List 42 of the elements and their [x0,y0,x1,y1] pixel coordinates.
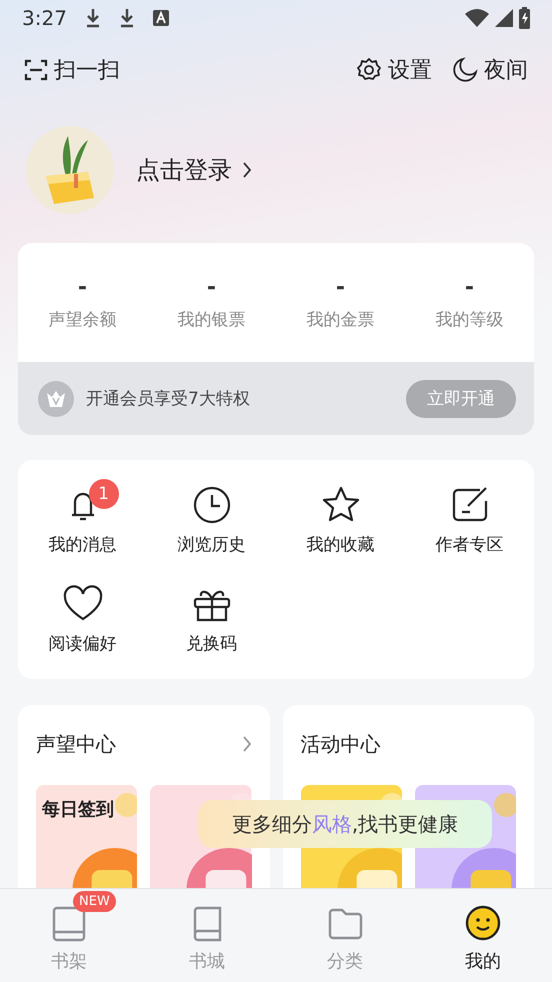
status-time: 3:27 [22,6,67,30]
nav-tab[interactable]: 我的 [414,889,552,982]
settings-icon [356,57,382,83]
chevron-icon [242,161,252,179]
settings-button[interactable]: 设置 [356,55,432,85]
smiley-icon [465,905,501,943]
shortcut-item[interactable]: 1 我的消息 [18,477,147,556]
stat-value: - [78,274,88,300]
wifi-icon [465,8,489,26]
moon-icon [452,57,478,83]
shortcut-item[interactable]: 作者专区 [405,477,534,556]
download-icon [84,8,101,28]
scan-icon [24,58,48,82]
crown-icon [38,380,74,416]
stat-label: 声望余额 [48,308,116,330]
shortcut-item[interactable]: 浏览历史 [147,477,276,556]
tile-title: 每日签到 [42,798,114,821]
shortcut-item[interactable]: 兑换码 [147,576,276,655]
stat-value: - [336,274,346,300]
stat-value: - [464,274,474,300]
card-title: 活动中心 [300,730,380,758]
shortcut-item[interactable]: 阅读偏好 [18,576,147,655]
stat-label: 我的银票 [178,308,246,330]
shortcut-item[interactable]: 我的收藏 [276,477,405,556]
battery-icon [519,6,530,28]
avatar-icon [26,126,114,214]
download-icon [118,8,135,28]
shelf-icon [51,905,87,943]
count-badge: 1 [88,479,118,509]
font-icon [152,10,169,26]
stat-label: 我的等级 [436,308,504,330]
clock-icon [192,485,232,525]
scan-button[interactable]: 扫一扫 [24,55,120,85]
toast-message: 更多细分风格,找书更健康 [232,810,458,838]
login-link[interactable]: 点击登录 [136,154,252,186]
stat-label: 我的金票 [306,308,374,330]
vip-text: 开通会员享受7大特权 [86,388,251,410]
stat-value: - [206,274,216,300]
card-title: 声望中心 [36,730,116,758]
new-badge: NEW [73,891,116,912]
night-mode-button[interactable]: 夜间 [452,55,528,85]
signal-icon [495,8,513,26]
